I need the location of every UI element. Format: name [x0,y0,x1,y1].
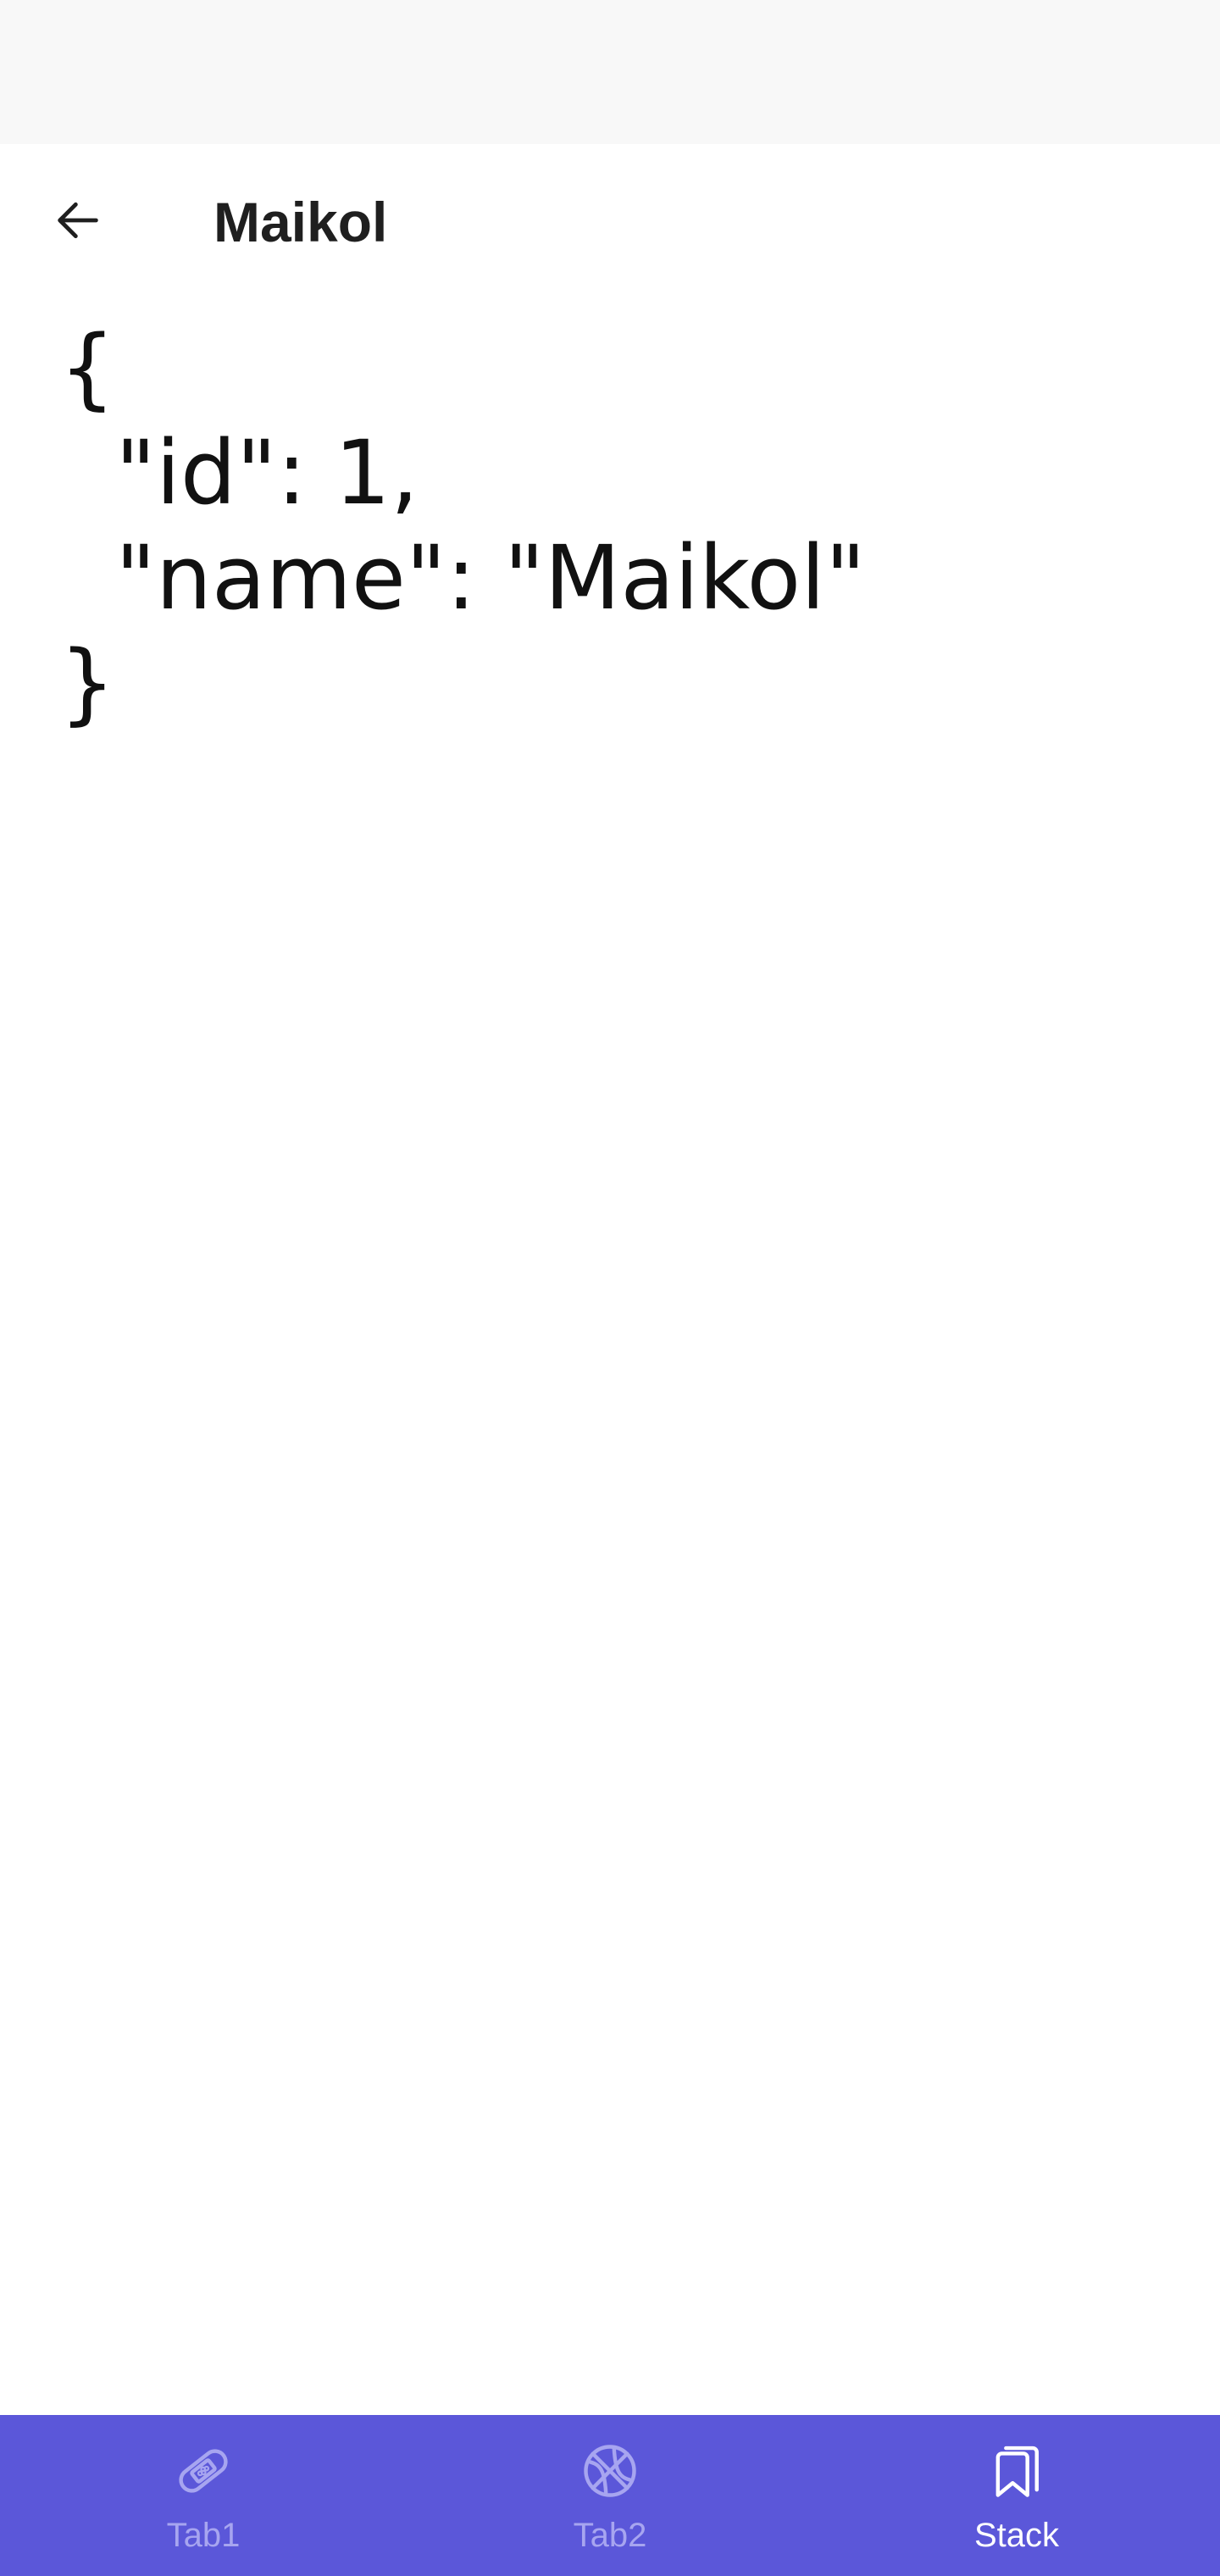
page-title: Maikol [214,191,388,253]
json-content: { "id": 1, "name": "Maikol" } [59,316,866,735]
app-header: Maikol [0,144,1220,314]
tab-label: Stack [973,2517,1060,2554]
arrow-left-icon [51,193,105,252]
bottom-tab-bar: Tab1 Tab2 Stack [0,2415,1220,2576]
status-bar [0,0,1220,144]
bandage-icon [171,2439,236,2503]
back-button[interactable] [34,178,122,266]
bookmarks-icon [984,2439,1049,2503]
tab-label: Tab2 [573,2517,647,2554]
tab-tab1[interactable]: Tab1 [0,2415,407,2576]
tab-label: Tab1 [166,2517,241,2554]
tab-stack[interactable]: Stack [813,2415,1220,2576]
basketball-icon [578,2439,642,2503]
tab-tab2[interactable]: Tab2 [407,2415,813,2576]
app-screen: Maikol { "id": 1, "name": "Maikol" } Tab… [0,0,1220,2576]
